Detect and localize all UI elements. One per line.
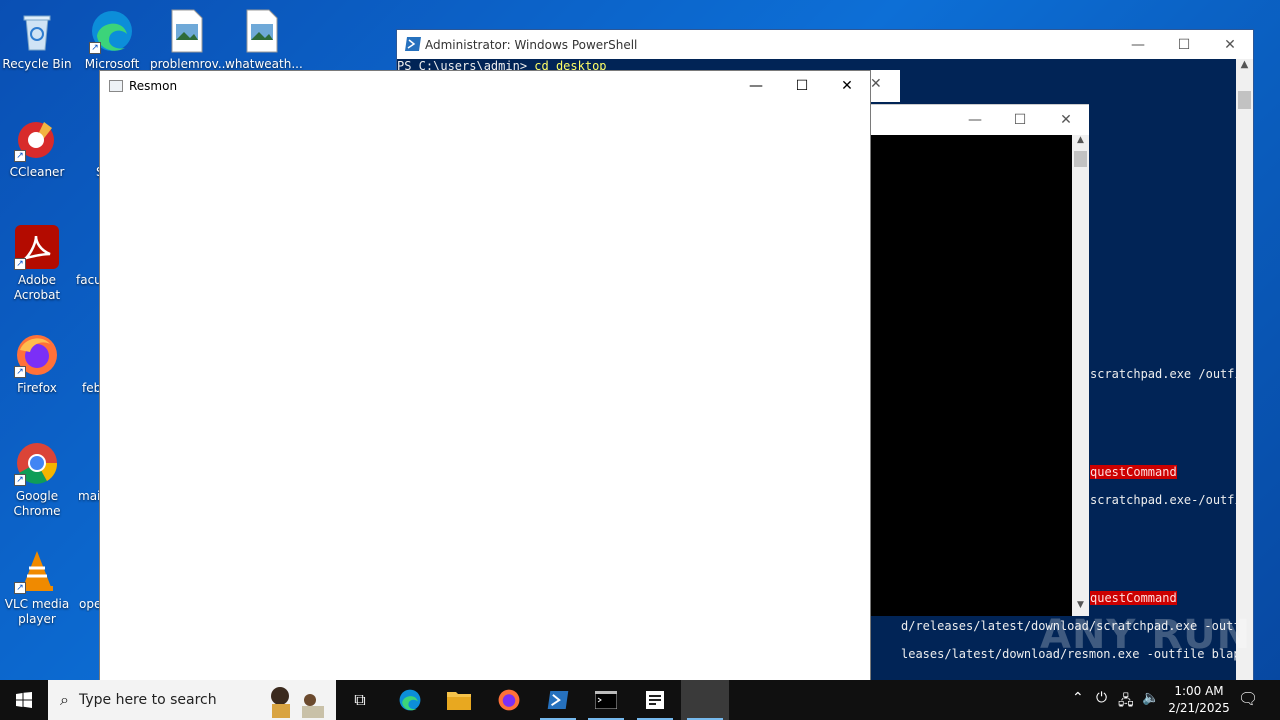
chrome-icon: ↗ bbox=[14, 440, 60, 486]
maximize-button[interactable]: ☐ bbox=[997, 105, 1043, 135]
notepad-icon bbox=[646, 691, 664, 709]
minimize-button[interactable]: — bbox=[733, 71, 779, 100]
background-window[interactable]: ✕ bbox=[868, 70, 900, 102]
shortcut-arrow-icon: ↗ bbox=[14, 366, 26, 378]
taskbar-command-prompt[interactable] bbox=[582, 680, 630, 720]
shortcut-arrow-icon: ↗ bbox=[14, 258, 26, 270]
maximize-button[interactable]: ☐ bbox=[779, 71, 825, 100]
network-status-icon[interactable]: ⏻ bbox=[1096, 690, 1107, 706]
powershell-icon bbox=[547, 691, 569, 709]
shortcut-arrow-icon: ↗ bbox=[89, 42, 101, 54]
anyrun-watermark: ANY RUN bbox=[1040, 612, 1252, 658]
desktop-icon-label: Recycle Bin bbox=[2, 57, 72, 71]
windows-logo-icon bbox=[16, 692, 32, 708]
powershell-scrollbar[interactable]: ▲ bbox=[1236, 59, 1253, 680]
powershell-icon bbox=[405, 37, 421, 54]
scroll-up-arrow-icon[interactable]: ▲ bbox=[1072, 135, 1089, 151]
task-view-button[interactable]: ⧉ bbox=[336, 680, 384, 720]
close-button[interactable]: ✕ bbox=[1043, 105, 1089, 135]
desktop-icon-label: Microsoft bbox=[84, 57, 140, 71]
desktop-icon-label: whatweath... bbox=[225, 57, 303, 71]
show-hidden-icons-chevron-icon[interactable]: ⌃ bbox=[1072, 690, 1084, 706]
network-icon[interactable]: 🖧 bbox=[1118, 690, 1134, 714]
console-error-line: questCommand bbox=[1090, 465, 1177, 479]
taskbar-search-box[interactable]: ⌕ Type here to search bbox=[48, 680, 336, 720]
console-scrollbar[interactable]: ▲ ▼ bbox=[1072, 135, 1089, 616]
firefox-icon bbox=[498, 689, 520, 711]
search-highlight-illustration-icon bbox=[266, 682, 332, 718]
resmon-title: Resmon bbox=[129, 78, 178, 93]
search-placeholder: Type here to search bbox=[78, 692, 217, 708]
terminal-icon bbox=[595, 691, 617, 709]
taskbar-firefox[interactable] bbox=[485, 680, 533, 720]
desktop-icon-adobe-acrobat[interactable]: ↗ Adobe Acrobat bbox=[0, 224, 74, 303]
powershell-title: Administrator: Windows PowerShell bbox=[425, 37, 638, 52]
edge-icon bbox=[399, 689, 421, 711]
desktop-icon-recycle-bin[interactable]: Recycle Bin bbox=[0, 8, 74, 72]
resmon-titlebar[interactable]: Resmon — ☐ ✕ bbox=[100, 71, 870, 100]
folder-icon bbox=[447, 692, 471, 710]
desktop-icon-label: problemrov... bbox=[150, 57, 230, 71]
edge-icon: ↗ bbox=[89, 8, 135, 54]
desktop-icon-ccleaner[interactable]: ↗ CCleaner bbox=[0, 116, 74, 180]
desktop-icon-problemrov[interactable]: problemrov... bbox=[150, 8, 229, 72]
desktop-icon-label: Firefox bbox=[17, 381, 57, 395]
search-icon: ⌕ bbox=[60, 690, 69, 709]
console-line: scratchpad.exe-/outfi bbox=[1090, 493, 1236, 507]
taskbar: ⌕ Type here to search ⧉ ⌃ ⏻ 🖧 🔈 1:00 AM … bbox=[0, 680, 1280, 720]
resmon-window[interactable]: Resmon — ☐ ✕ bbox=[99, 70, 871, 682]
minimize-button[interactable]: — bbox=[1115, 30, 1161, 59]
desktop-icon-label: ope bbox=[79, 597, 102, 611]
ccleaner-icon: ↗ bbox=[14, 116, 60, 162]
desktop-icon-vlc[interactable]: ↗ VLC media player bbox=[0, 548, 74, 627]
app-window-icon bbox=[109, 79, 123, 92]
desktop-icon-label: VLC media player bbox=[4, 597, 70, 626]
desktop-icon-google-chrome[interactable]: ↗ Google Chrome bbox=[0, 440, 74, 519]
taskbar-clock[interactable]: 1:00 AM 2/21/2025 bbox=[1164, 683, 1234, 717]
desktop-icon-firefox[interactable]: ↗ Firefox bbox=[0, 332, 74, 396]
desktop-icon-label: mai bbox=[78, 489, 101, 503]
image-file-icon bbox=[239, 8, 285, 54]
recycle-bin-icon bbox=[14, 8, 60, 54]
taskbar-resmon[interactable] bbox=[681, 680, 729, 720]
console-error-line: questCommand bbox=[1090, 591, 1177, 605]
scrollbar-thumb[interactable] bbox=[1238, 91, 1251, 109]
console-window[interactable]: — ☐ ✕ ▲ ▼ bbox=[870, 104, 1089, 616]
desktop-icon-label: facu bbox=[76, 273, 102, 287]
image-file-icon bbox=[164, 8, 210, 54]
vlc-icon: ↗ bbox=[14, 548, 60, 594]
desktop-icon-microsoft-edge[interactable]: ↗ Microsoft bbox=[74, 8, 150, 72]
maximize-button[interactable]: ☐ bbox=[1161, 30, 1207, 59]
shortcut-arrow-icon: ↗ bbox=[14, 582, 26, 594]
start-button[interactable] bbox=[0, 680, 48, 720]
scroll-up-arrow-icon[interactable]: ▲ bbox=[1236, 59, 1253, 75]
close-button[interactable]: ✕ bbox=[824, 71, 870, 100]
desktop-icon-whatweath[interactable]: whatweath... bbox=[225, 8, 303, 72]
clock-time: 1:00 AM bbox=[1174, 684, 1224, 698]
scroll-down-arrow-icon[interactable]: ▼ bbox=[1072, 600, 1089, 616]
volume-icon[interactable]: 🔈 bbox=[1142, 690, 1159, 706]
clock-date: 2/21/2025 bbox=[1168, 701, 1230, 715]
console-output[interactable] bbox=[870, 135, 1072, 616]
firefox-icon: ↗ bbox=[14, 332, 60, 378]
minimize-button[interactable]: — bbox=[952, 105, 998, 135]
task-view-icon: ⧉ bbox=[354, 690, 366, 709]
taskbar-file-explorer[interactable] bbox=[435, 680, 483, 720]
taskbar-edge[interactable] bbox=[386, 680, 434, 720]
acrobat-icon: ↗ bbox=[14, 224, 60, 270]
desktop-icon-label: Adobe Acrobat bbox=[13, 273, 61, 302]
shortcut-arrow-icon: ↗ bbox=[14, 150, 26, 162]
taskbar-notes-app[interactable] bbox=[631, 680, 679, 720]
notifications-icon[interactable]: 🗨 bbox=[1238, 689, 1258, 708]
console-line: scratchpad.exe /outfi bbox=[1090, 367, 1236, 381]
resmon-content-area bbox=[100, 100, 870, 681]
close-icon[interactable]: ✕ bbox=[870, 76, 882, 92]
close-button[interactable]: ✕ bbox=[1207, 30, 1253, 59]
powershell-titlebar[interactable]: Administrator: Windows PowerShell — ☐ ✕ bbox=[397, 30, 1253, 59]
scrollbar-thumb[interactable] bbox=[1074, 151, 1087, 167]
desktop-icon-label: Google Chrome bbox=[13, 489, 61, 518]
taskbar-powershell[interactable] bbox=[534, 680, 582, 720]
desktop-icon-label: CCleaner bbox=[9, 165, 65, 179]
shortcut-arrow-icon: ↗ bbox=[14, 474, 26, 486]
